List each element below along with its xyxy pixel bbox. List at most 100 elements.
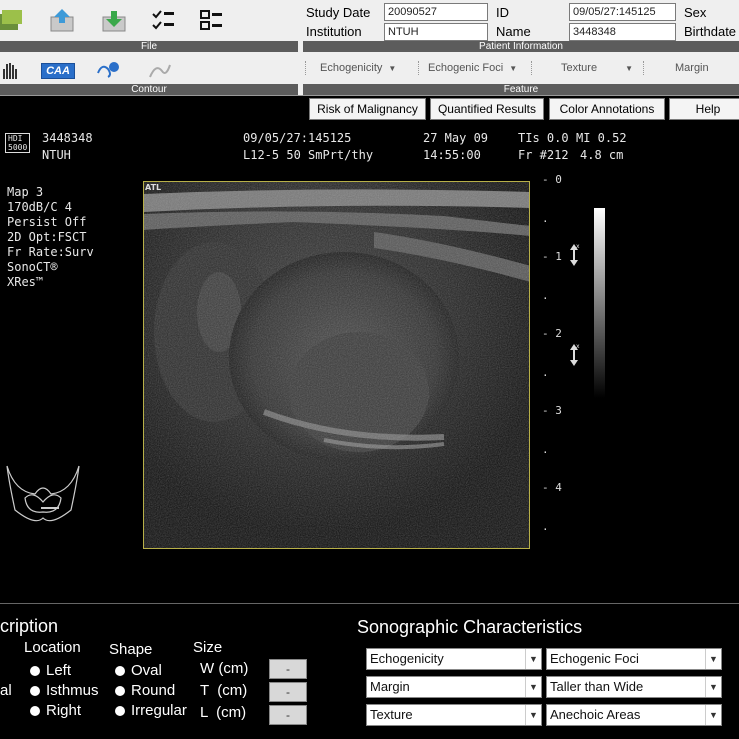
color-annotations-button[interactable]: Color Annotations — [549, 98, 665, 120]
depth-mark-0: - 0 — [542, 173, 562, 186]
us-date: 27 May 09 — [423, 131, 489, 145]
top-toolbar: File CAA Contour Study Date 20090527 ID … — [0, 0, 739, 96]
size-w-button[interactable]: - — [269, 659, 307, 679]
shape-radio-oval[interactable]: Oval — [115, 662, 162, 679]
us-settings: Map 3 170dB/C 4 Persist Off 2D Opt:FSCT … — [7, 185, 94, 290]
us-tis: TIs 0.0 — [518, 131, 569, 145]
size-t-button[interactable]: - — [269, 682, 307, 702]
institution-field[interactable]: NTUH — [384, 23, 488, 41]
shape-radio-irregular[interactable]: Irregular — [115, 702, 187, 719]
hand-icon — [3, 63, 17, 79]
taller-than-wide-select[interactable]: Taller than Wide ▼ — [546, 676, 722, 698]
feature-texture-dropdown[interactable]: Texture ▼ — [561, 59, 633, 77]
location-header: Location — [24, 639, 81, 656]
ultrasound-image[interactable]: ATL — [143, 181, 530, 549]
sonographic-title: Sonographic Characteristics — [357, 617, 583, 637]
us-study-id: 09/05/27:145125 — [243, 131, 352, 145]
svg-text:x: x — [576, 343, 580, 350]
margin-select-value: Margin — [370, 679, 410, 694]
location-radio-right[interactable]: Right — [30, 702, 81, 719]
atl-mark: ATL — [145, 183, 162, 192]
echogenic-foci-select[interactable]: Echogenic Foci ▼ — [546, 648, 722, 670]
us-mi: MI 0.52 — [576, 131, 627, 145]
depth-tick: . — [542, 520, 549, 533]
depth-mark-4: - 4 — [542, 481, 562, 494]
ultrasound-scan-graphic — [144, 182, 529, 548]
checklist-icon — [152, 10, 174, 30]
upload-button[interactable] — [44, 6, 80, 36]
caa-button[interactable]: CAA — [40, 56, 76, 86]
thyroid-body-marker-icon — [6, 465, 80, 522]
shape-radio-round[interactable]: Round — [115, 682, 175, 699]
us-setting-item: XRes™ — [7, 275, 44, 289]
grayscale-bar — [594, 208, 605, 398]
feature-echogenicity-dropdown[interactable]: Echogenicity ▼ — [320, 59, 396, 77]
contour-group-label: Contour — [0, 84, 298, 95]
focal-zone-marker-icon[interactable]: x — [566, 342, 582, 368]
radio-dot-icon — [30, 705, 40, 716]
size-l-label: L (cm) — [200, 704, 247, 721]
open-file-button[interactable] — [0, 6, 28, 36]
size-l-button[interactable]: - — [269, 705, 307, 725]
radio-dot-icon — [115, 665, 125, 676]
us-time: 14:55:00 — [423, 148, 481, 162]
edit-contour-button[interactable] — [142, 56, 178, 86]
feature-margin-dropdown[interactable]: Margin — [675, 59, 709, 77]
feature-group: Echogenicity ▼ Echogenic Foci ▼ Texture ▼ M… — [303, 54, 739, 96]
id-field[interactable]: 09/05/27:145125 — [569, 3, 676, 21]
depth-mark-2: - 2 — [542, 327, 562, 340]
size-w-label: W (cm) — [200, 660, 249, 677]
hdi-logo-line2: 5000 — [8, 143, 28, 152]
depth-mark-1: - 1 — [542, 250, 562, 263]
us-setting-item: Persist Off — [7, 215, 87, 229]
taller-than-wide-select-value: Taller than Wide — [550, 679, 644, 694]
institution-label: Institution — [306, 24, 362, 39]
anechoic-areas-select[interactable]: Anechoic Areas ▼ — [546, 704, 722, 726]
location-left-label: Left — [46, 662, 72, 679]
edit-contour-icon — [149, 64, 171, 78]
auto-contour-button[interactable] — [90, 56, 126, 86]
depth-tick: . — [542, 443, 549, 456]
size-header: Size — [193, 639, 223, 656]
chevron-down-icon: ▼ — [525, 677, 541, 697]
location-isthmus-label: Isthmus — [46, 682, 99, 699]
depth-tick: . — [542, 289, 549, 302]
texture-select[interactable]: Texture ▼ — [366, 704, 542, 726]
focal-zone-marker-icon[interactable]: x — [566, 242, 582, 268]
file-group-label: File — [0, 41, 298, 52]
us-probe: L12-5 50 SmPrt/thy — [243, 148, 374, 162]
chevron-down-icon: ▼ — [705, 677, 721, 697]
download-icon — [102, 11, 126, 32]
chevron-down-icon: ▼ — [525, 649, 541, 669]
location-radio-left[interactable]: Left — [30, 662, 71, 679]
location-radio-isthmus[interactable]: Isthmus — [30, 682, 99, 699]
chevron-down-icon: ▼ — [625, 64, 633, 73]
patient-info-group-label: Patient Information — [303, 41, 739, 52]
name-field[interactable]: 3448348 — [569, 23, 676, 41]
study-date-field[interactable]: 20090527 — [384, 3, 488, 21]
radio-dot-icon — [115, 685, 125, 696]
contour-group: CAA Contour — [0, 54, 300, 96]
echogenicity-select[interactable]: Echogenicity ▼ — [366, 648, 542, 670]
side-label: al — [0, 682, 12, 699]
list-button[interactable] — [194, 6, 230, 36]
checklist-button[interactable] — [146, 6, 182, 36]
study-date-label: Study Date — [306, 5, 371, 20]
location-right-label: Right — [46, 702, 82, 719]
shape-header: Shape — [109, 641, 153, 658]
help-button[interactable]: Help — [669, 98, 739, 120]
id-label: ID — [496, 5, 509, 20]
feature-margin-label: Margin — [675, 62, 709, 74]
open-file-icon — [0, 10, 22, 30]
feature-texture-label: Texture — [561, 62, 598, 74]
us-setting-item: Fr Rate:Surv — [7, 245, 94, 259]
risk-of-malignancy-button[interactable]: Risk of Malignancy — [309, 98, 426, 120]
anechoic-areas-select-value: Anechoic Areas — [550, 707, 641, 722]
feature-echogenic-foci-label: Echogenic Foci — [428, 62, 504, 74]
hand-tool-button[interactable] — [0, 56, 28, 86]
quantified-results-button[interactable]: Quantified Results — [430, 98, 544, 120]
chevron-down-icon: ▼ — [509, 64, 518, 73]
download-button[interactable] — [96, 6, 132, 36]
margin-select[interactable]: Margin ▼ — [366, 676, 542, 698]
feature-echogenic-foci-dropdown[interactable]: Echogenic Foci ▼ — [428, 59, 517, 77]
